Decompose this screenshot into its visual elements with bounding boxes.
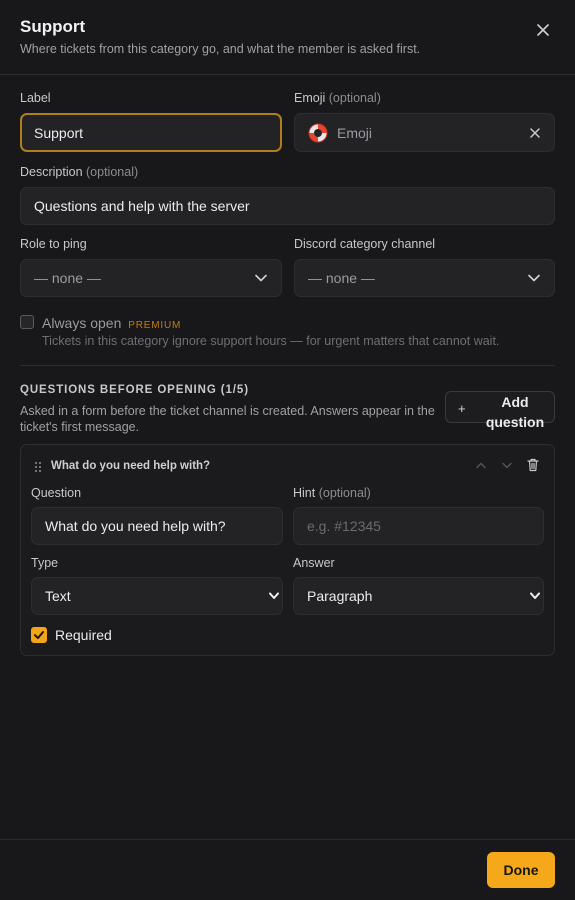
- type-select[interactable]: Text: [31, 577, 283, 615]
- emoji-picker[interactable]: Emoji: [294, 113, 555, 152]
- plus-icon: +: [458, 401, 466, 416]
- check-icon: [34, 631, 44, 639]
- emoji-label-text: Emoji: [294, 91, 326, 105]
- description-input[interactable]: Questions and help with the server: [20, 187, 555, 225]
- hint-label-text: Hint: [293, 486, 316, 500]
- type-select-value: Text: [45, 588, 71, 604]
- hint-label: Hint (optional): [293, 486, 371, 500]
- drag-handle-icon[interactable]: [34, 461, 42, 473]
- answer-select[interactable]: Paragraph: [293, 577, 544, 615]
- chevron-up-icon[interactable]: [476, 462, 486, 469]
- done-button[interactable]: Done: [487, 852, 555, 888]
- category-label: Discord category channel: [294, 237, 436, 251]
- answer-label: Answer: [293, 556, 335, 570]
- hint-optional: (optional): [318, 486, 371, 500]
- hint-placeholder: e.g. #12345: [307, 518, 381, 534]
- category-select-value: — none —: [308, 270, 375, 286]
- premium-badge: PREMIUM: [128, 320, 182, 331]
- dialog-title: Support: [20, 17, 86, 36]
- chevron-down-icon: [255, 274, 267, 282]
- close-icon: [537, 24, 549, 36]
- label-input-value: Support: [34, 124, 84, 141]
- question-card: What do you need help with? Question Wha…: [20, 444, 555, 656]
- questions-description: Asked in a form before the ticket channe…: [20, 404, 435, 434]
- dialog-subtitle: Where tickets from this category go, and…: [20, 42, 421, 56]
- clear-icon[interactable]: [530, 127, 540, 138]
- question-label: Question: [31, 486, 82, 500]
- dialog-header: Support Where tickets from this category…: [0, 0, 575, 75]
- chevron-down-icon[interactable]: [502, 462, 512, 469]
- emoji-placeholder: Emoji: [337, 124, 373, 141]
- chevron-down-icon: [528, 274, 540, 282]
- always-open-checkbox[interactable]: [20, 315, 34, 329]
- questions-heading: QUESTIONS BEFORE OPENING (1/5): [20, 384, 249, 396]
- label-input[interactable]: Support: [20, 113, 282, 152]
- required-checkbox[interactable]: [31, 627, 47, 643]
- chevron-down-icon: [530, 592, 540, 599]
- emoji-optional: (optional): [328, 91, 381, 105]
- section-divider: [20, 365, 555, 366]
- question-input-value: What do you need help with?: [45, 518, 226, 534]
- always-open-description: Tickets in this category ignore support …: [42, 334, 500, 348]
- question-input[interactable]: What do you need help with?: [31, 507, 283, 545]
- trash-icon[interactable]: [527, 458, 539, 472]
- category-select[interactable]: — none —: [294, 259, 555, 297]
- close-button[interactable]: [533, 20, 553, 40]
- always-open-label: Always open: [42, 315, 122, 331]
- description-label-text: Description: [20, 165, 83, 179]
- hint-input[interactable]: e.g. #12345: [293, 507, 544, 545]
- description-input-value: Questions and help with the server: [34, 198, 250, 214]
- question-title: What do you need help with?: [51, 460, 211, 472]
- label-label: Label: [20, 91, 51, 105]
- always-open-row: Always open PREMIUM: [42, 315, 181, 331]
- answer-select-value: Paragraph: [307, 588, 373, 604]
- add-question-label: Add question: [485, 394, 545, 430]
- role-label: Role to ping: [20, 237, 87, 251]
- role-select[interactable]: — none —: [20, 259, 282, 297]
- required-label: Required: [55, 627, 112, 643]
- description-optional: (optional): [86, 165, 139, 179]
- role-select-value: — none —: [34, 270, 101, 286]
- emoji-label: Emoji (optional): [294, 91, 381, 105]
- lifebuoy-icon: [308, 123, 328, 142]
- chevron-down-icon: [269, 592, 279, 599]
- type-label: Type: [31, 556, 59, 570]
- description-label: Description (optional): [20, 165, 138, 179]
- add-question-button[interactable]: + Add question: [445, 391, 555, 430]
